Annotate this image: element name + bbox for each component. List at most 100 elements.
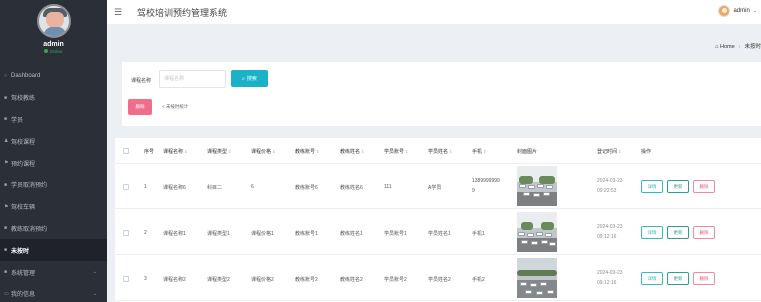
header-student-account[interactable]: 学员账号⇕ — [384, 148, 408, 155]
header-course-type[interactable]: 课程类型⇕ — [207, 148, 231, 155]
update-button[interactable]: 更新 — [667, 226, 689, 239]
header-coach-account[interactable]: 教练账号⇕ — [295, 148, 319, 155]
table-header: 序号 课程名称⇕ 课程类型⇕ 课程价格⇕ 教练账号⇕ 教练姓名⇕ 学员账号⇕ 学… — [115, 138, 761, 164]
header-label: 登记时间 — [597, 149, 618, 155]
sidebar-item-students[interactable]: ■ 学员 — [0, 109, 107, 131]
row-checkbox[interactable] — [123, 184, 129, 190]
batch-delete-button[interactable]: 删除 — [128, 99, 152, 115]
cell-phone: 手机1 — [472, 231, 485, 237]
sidebar-item-my-info[interactable]: ▭ 我的信息 ⌄ — [0, 283, 107, 302]
course-name-search-input[interactable] — [159, 70, 226, 88]
cover-image[interactable] — [517, 212, 557, 252]
cell-student-account: 111 — [384, 184, 392, 190]
delete-button[interactable]: 删除 — [693, 272, 715, 285]
breadcrumb: ⌂ Home › 未按时 — [715, 42, 761, 50]
header-student-name[interactable]: 学员姓名⇕ — [428, 148, 452, 155]
sidebar-item-label: 驾校车辆 — [11, 205, 36, 212]
header-label: 课程名称 — [163, 149, 184, 155]
user-menu[interactable]: admin ⌄ — [718, 5, 757, 17]
row-checkbox[interactable] — [123, 230, 129, 236]
row-actions: 详情 更新 删除 — [641, 272, 719, 285]
cell-phone-line1: 1389999999 — [472, 178, 500, 184]
grid-icon: ■ — [4, 247, 8, 254]
header-label: 教练姓名 — [340, 149, 361, 155]
id-card-icon: ▭ — [4, 290, 9, 297]
cell-student-account: 学员账号2 — [384, 277, 407, 283]
sidebar-item-label: Dashboard — [11, 72, 41, 79]
grid-icon: ■ — [4, 269, 8, 276]
row-actions: 详情 更新 删除 — [641, 180, 719, 193]
update-button[interactable]: 更新 — [667, 272, 689, 285]
sidebar-item-label: 驾校课程 — [11, 139, 36, 146]
cell-coach-name: 教练姓名2 — [340, 277, 363, 283]
data-table: 序号 课程名称⇕ 课程类型⇕ 课程价格⇕ 教练账号⇕ 教练姓名⇕ 学员账号⇕ 学… — [115, 138, 761, 302]
sidebar-item-label: 学员取消预约 — [11, 183, 48, 190]
table-row: 2 课程名称1 课程类型1 课程价格1 教练账号1 教练姓名1 学员账号1 学员… — [115, 210, 761, 255]
sidebar-item-dashboard[interactable]: ○ Dashboard — [0, 65, 107, 87]
sidebar-item-bookings[interactable]: ⚑ 预约课程 — [0, 152, 107, 174]
sidebar-item-student-cancellations[interactable]: ■ 学员取消预约 — [0, 174, 107, 196]
menu-toggle-icon[interactable]: ☰ — [114, 7, 124, 18]
grid-icon: ■ — [4, 181, 8, 188]
cell-student-name: 学员姓名1 — [428, 231, 451, 237]
cell-register-time: 09:12:16 — [597, 280, 617, 286]
cell-register-time: 09:22:53 — [597, 188, 617, 194]
delete-button[interactable]: 删除 — [693, 180, 715, 193]
sort-icon: ⇕ — [361, 149, 365, 154]
sort-icon: ⇕ — [228, 149, 232, 154]
select-all-checkbox[interactable] — [123, 148, 129, 154]
header-course-name[interactable]: 课程名称⇕ — [163, 148, 187, 155]
row-checkbox[interactable] — [123, 276, 129, 282]
cover-image[interactable] — [517, 258, 557, 298]
header-label: 教练账号 — [295, 149, 316, 155]
cell-course-type: 课程类型1 — [207, 231, 230, 237]
user-name: admin — [733, 8, 750, 14]
sidebar-profile: admin Online — [0, 0, 107, 65]
user-icon: ♟ — [4, 138, 9, 145]
search-button[interactable]: ⌕ 搜索 — [231, 70, 268, 87]
sidebar-item-coach-cancellations[interactable]: ■ 教练取消预约 — [0, 218, 107, 240]
cover-image[interactable] — [517, 166, 557, 206]
cell-index: 2 — [144, 230, 147, 236]
cell-index: 3 — [144, 276, 147, 282]
table-row: 1 课程名称6 科目二 6 教练账号6 教练姓名6 111 A学员 138999… — [115, 164, 761, 209]
delete-button[interactable]: 删除 — [693, 226, 715, 239]
header-label: 课程类型 — [207, 149, 228, 155]
update-button[interactable]: 更新 — [667, 180, 689, 193]
sidebar-item-coaches[interactable]: ■ 驾校教练 — [0, 87, 107, 109]
header-phone[interactable]: 手机⇕ — [472, 148, 486, 155]
sort-icon: ⇕ — [483, 149, 487, 154]
sort-icon: ⇕ — [405, 149, 409, 154]
topbar: ☰ 驾校培训预约管理系统 admin ⌄ — [107, 0, 761, 24]
header-register-time[interactable]: 登记时间⇕ — [597, 148, 621, 155]
breadcrumb-current: 未按时 — [744, 44, 761, 50]
detail-button[interactable]: 详情 — [641, 272, 663, 285]
grid-icon: ■ — [4, 225, 8, 232]
sort-icon: ⇕ — [618, 149, 622, 154]
breadcrumb-row: ⌂ Home › 未按时 — [107, 24, 761, 62]
breadcrumb-home[interactable]: Home — [720, 44, 735, 50]
sidebar-item-label: 我的信息 — [11, 292, 36, 299]
late-stats-link[interactable]: < 未按时统计 — [162, 104, 188, 110]
detail-button[interactable]: 详情 — [641, 226, 663, 239]
header-label: 课程价格 — [251, 149, 272, 155]
dashboard-icon: ○ — [4, 72, 8, 79]
sidebar-item-late[interactable]: ■ 未按时 — [0, 239, 107, 262]
header-course-price[interactable]: 课程价格⇕ — [251, 148, 275, 155]
sidebar-item-label: 教练取消预约 — [11, 226, 48, 233]
sidebar-item-system[interactable]: ■ 系统管理 ⌄ — [0, 261, 107, 283]
sidebar-item-courses[interactable]: ♟ 驾校课程 — [0, 130, 107, 152]
sidebar-item-vehicles[interactable]: ⚑ 驾校车辆 — [0, 196, 107, 218]
breadcrumb-separator: › — [738, 44, 741, 50]
cell-course-type: 科目二 — [207, 185, 223, 191]
cell-register-time: 09:12:16 — [597, 234, 617, 240]
table-row: 3 课程名称2 课程类型2 课程价格2 教练账号2 教练姓名2 学员账号2 学员… — [115, 256, 761, 301]
sidebar-item-label: 预约课程 — [11, 161, 36, 168]
cell-register-date: 2024-03-23 — [597, 178, 623, 184]
cell-course-name: 课程名称2 — [163, 277, 186, 283]
sidebar-item-label: 学员 — [11, 117, 24, 124]
cell-course-price: 6 — [251, 184, 254, 190]
header-coach-name[interactable]: 教练姓名⇕ — [340, 148, 364, 155]
cell-phone-line2: 9 — [472, 188, 475, 194]
detail-button[interactable]: 详情 — [641, 180, 663, 193]
